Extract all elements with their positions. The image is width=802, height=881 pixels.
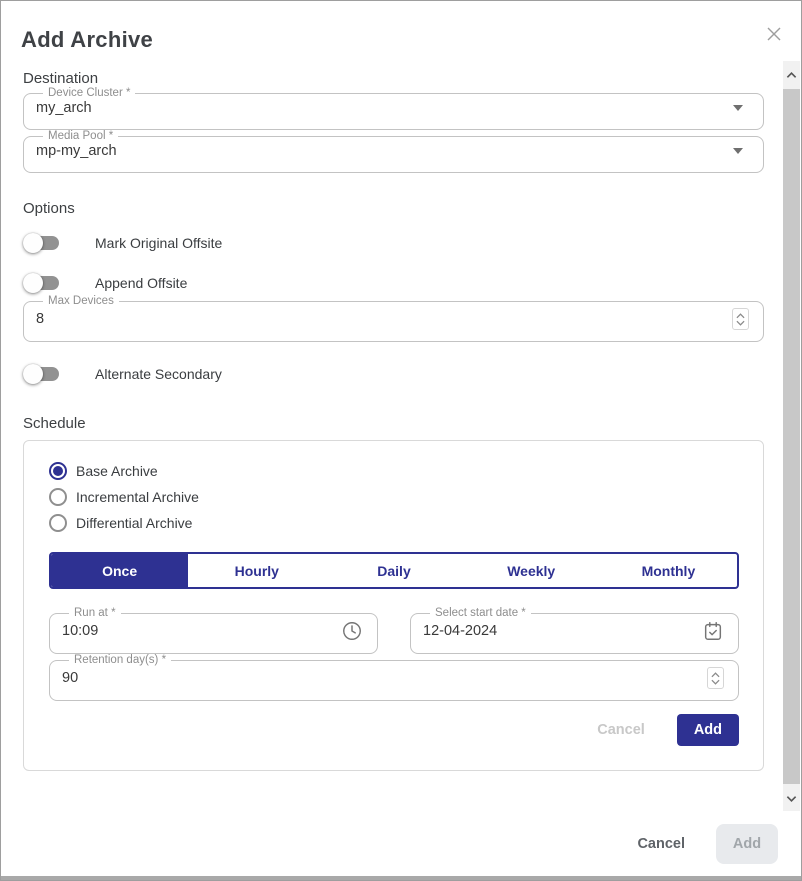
device-cluster-value: my_arch — [36, 100, 733, 116]
differential-archive-radio[interactable] — [49, 514, 67, 532]
radio-label: Incremental Archive — [76, 489, 199, 505]
retention-days-field[interactable]: Retention day(s) * 90 — [49, 654, 739, 701]
close-icon[interactable] — [763, 23, 785, 45]
schedule-heading: Schedule — [23, 415, 764, 432]
dropdown-arrow-icon — [733, 105, 743, 111]
toggle-thumb — [23, 273, 43, 293]
scrollbar-up-icon[interactable] — [783, 61, 800, 89]
number-spinner[interactable] — [707, 667, 724, 689]
scrollbar-down-icon[interactable] — [783, 785, 800, 813]
device-cluster-label: Device Cluster * — [43, 87, 135, 99]
toggle-row-mark-original-offsite: Mark Original Offsite — [23, 231, 764, 255]
clock-icon[interactable] — [341, 620, 363, 642]
max-devices-field[interactable]: Max Devices 8 — [23, 295, 764, 342]
modal-body: Destination Device Cluster * my_arch Med… — [1, 61, 785, 813]
schedule-panel: Base Archive Incremental Archive Differe… — [23, 440, 764, 771]
scrollbar[interactable] — [783, 61, 800, 813]
run-at-value: 10:09 — [62, 623, 341, 639]
destination-heading: Destination — [23, 70, 764, 87]
toggle-row-append-offsite: Append Offsite — [23, 271, 764, 295]
tab-once[interactable]: Once — [51, 554, 188, 587]
toggle-label: Alternate Secondary — [95, 366, 222, 382]
toggle-thumb — [23, 364, 43, 384]
append-offsite-toggle[interactable] — [23, 271, 81, 295]
radio-label: Differential Archive — [76, 515, 192, 531]
modal-header: Add Archive — [1, 1, 801, 61]
base-archive-radio[interactable] — [49, 462, 67, 480]
modal-footer: Cancel Add — [1, 811, 801, 876]
start-date-value: 12-04-2024 — [423, 623, 702, 639]
run-at-field[interactable]: Run at * 10:09 — [49, 607, 378, 654]
schedule-add-button[interactable]: Add — [677, 714, 739, 746]
number-spinner[interactable] — [732, 308, 749, 330]
media-pool-label: Media Pool * — [43, 130, 118, 142]
media-pool-select[interactable]: Media Pool * mp-my_arch — [23, 130, 764, 173]
device-cluster-select[interactable]: Device Cluster * my_arch — [23, 87, 764, 130]
radio-row-differential-archive: Differential Archive — [49, 514, 739, 532]
schedule-cancel-button[interactable]: Cancel — [591, 721, 651, 739]
cancel-button[interactable]: Cancel — [631, 835, 691, 853]
run-at-label: Run at * — [69, 607, 121, 619]
start-date-field[interactable]: Select start date * 12-04-2024 — [410, 607, 739, 654]
tab-weekly[interactable]: Weekly — [463, 554, 600, 587]
media-pool-value: mp-my_arch — [36, 143, 733, 159]
start-date-label: Select start date * — [430, 607, 531, 619]
toggle-thumb — [23, 233, 43, 253]
tab-monthly[interactable]: Monthly — [600, 554, 737, 587]
radio-label: Base Archive — [76, 463, 158, 479]
tab-hourly[interactable]: Hourly — [188, 554, 325, 587]
toggle-row-alternate-secondary: Alternate Secondary — [23, 362, 764, 386]
tab-daily[interactable]: Daily — [325, 554, 462, 587]
options-heading: Options — [23, 200, 764, 217]
radio-row-incremental-archive: Incremental Archive — [49, 488, 739, 506]
add-button[interactable]: Add — [716, 824, 778, 864]
frequency-tabbar: Once Hourly Daily Weekly Monthly — [49, 552, 739, 589]
max-devices-label: Max Devices — [43, 295, 119, 307]
time-date-row: Run at * 10:09 Select start date * 12-04… — [49, 607, 739, 654]
radio-row-base-archive: Base Archive — [49, 462, 739, 480]
mark-original-offsite-toggle[interactable] — [23, 231, 81, 255]
dropdown-arrow-icon — [733, 148, 743, 154]
retention-days-label: Retention day(s) * — [69, 654, 171, 666]
alternate-secondary-toggle[interactable] — [23, 362, 81, 386]
incremental-archive-radio[interactable] — [49, 488, 67, 506]
calendar-icon[interactable] — [702, 620, 724, 642]
modal-bottom-edge — [1, 876, 801, 880]
page-title: Add Archive — [21, 27, 153, 53]
scrollbar-thumb[interactable] — [783, 89, 800, 784]
schedule-actions: Cancel Add — [49, 714, 739, 746]
max-devices-value: 8 — [36, 311, 732, 327]
toggle-label: Mark Original Offsite — [95, 235, 222, 251]
retention-days-value: 90 — [62, 670, 707, 686]
toggle-label: Append Offsite — [95, 275, 187, 291]
